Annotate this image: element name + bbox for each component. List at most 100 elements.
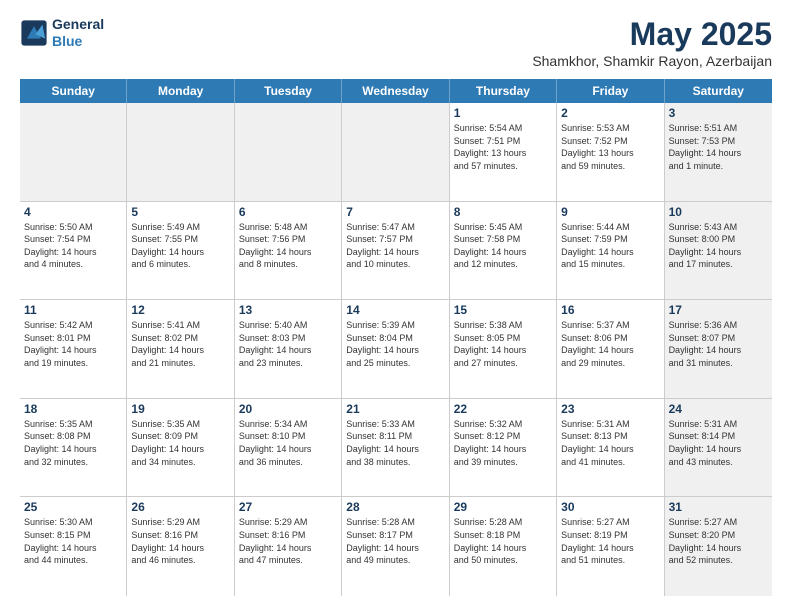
- weekday-header: Thursday: [450, 79, 557, 103]
- day-info: Sunrise: 5:28 AM Sunset: 8:17 PM Dayligh…: [346, 516, 444, 566]
- day-info: Sunrise: 5:45 AM Sunset: 7:58 PM Dayligh…: [454, 221, 552, 271]
- day-info: Sunrise: 5:40 AM Sunset: 8:03 PM Dayligh…: [239, 319, 337, 369]
- page: General Blue May 2025 Shamkhor, Shamkir …: [0, 0, 792, 612]
- calendar-cell: 31 Sunrise: 5:27 AM Sunset: 8:20 PM Dayli…: [665, 497, 772, 596]
- day-number: 2: [561, 106, 659, 120]
- day-number: 10: [669, 205, 768, 219]
- day-number: 18: [24, 402, 122, 416]
- day-info: Sunrise: 5:27 AM Sunset: 8:19 PM Dayligh…: [561, 516, 659, 566]
- calendar-cell: 19Sunrise: 5:35 AM Sunset: 8:09 PM Dayli…: [127, 399, 234, 497]
- calendar-cell: 6 Sunrise: 5:48 AM Sunset: 7:56 PM Daylig…: [235, 202, 342, 300]
- day-info: Sunrise: 5:43 AM Sunset: 8:00 PM Dayligh…: [669, 221, 768, 271]
- calendar-cell: 15 Sunrise: 5:38 AM Sunset: 8:05 PM Dayli…: [450, 300, 557, 398]
- day-info: Sunrise: 5:39 AM Sunset: 8:04 PM Dayligh…: [346, 319, 444, 369]
- day-info: Sunrise: 5:36 AM Sunset: 8:07 PM Dayligh…: [669, 319, 768, 369]
- calendar-cell: 22Sunrise: 5:32 AM Sunset: 8:12 PM Dayli…: [450, 399, 557, 497]
- calendar-cell: 4 Sunrise: 5:50 AM Sunset: 7:54 PM Daylig…: [20, 202, 127, 300]
- day-number: 20: [239, 402, 337, 416]
- calendar-cell: 30Sunrise: 5:27 AM Sunset: 8:19 PM Dayli…: [557, 497, 664, 596]
- day-number: 23: [561, 402, 659, 416]
- calendar-cell: 28 Sunrise: 5:28 AM Sunset: 8:17 PM Dayli…: [342, 497, 449, 596]
- day-info: Sunrise: 5:53 AM Sunset: 7:52 PM Dayligh…: [561, 122, 659, 172]
- day-number: 3: [669, 106, 768, 120]
- day-info: Sunrise: 5:49 AM Sunset: 7:55 PM Dayligh…: [131, 221, 229, 271]
- calendar-cell: 3 Sunrise: 5:51 AM Sunset: 7:53 PM Daylig…: [665, 103, 772, 201]
- day-info: Sunrise: 5:51 AM Sunset: 7:53 PM Dayligh…: [669, 122, 768, 172]
- day-number: 9: [561, 205, 659, 219]
- day-number: 6: [239, 205, 337, 219]
- weekday-header: Wednesday: [342, 79, 449, 103]
- title-section: May 2025 Shamkhor, Shamkir Rayon, Azerba…: [532, 16, 772, 69]
- day-info: Sunrise: 5:50 AM Sunset: 7:54 PM Dayligh…: [24, 221, 122, 271]
- calendar-cell: 12 Sunrise: 5:41 AM Sunset: 8:02 PM Dayli…: [127, 300, 234, 398]
- day-number: 7: [346, 205, 444, 219]
- day-number: 25: [24, 500, 122, 514]
- calendar-cell: 16Sunrise: 5:37 AM Sunset: 8:06 PM Dayli…: [557, 300, 664, 398]
- weekday-header: Friday: [557, 79, 664, 103]
- day-info: Sunrise: 5:42 AM Sunset: 8:01 PM Dayligh…: [24, 319, 122, 369]
- day-info: Sunrise: 5:29 AM Sunset: 8:16 PM Dayligh…: [131, 516, 229, 566]
- day-number: 17: [669, 303, 768, 317]
- day-number: 1: [454, 106, 552, 120]
- weekday-header: Tuesday: [235, 79, 342, 103]
- calendar-cell: [342, 103, 449, 201]
- calendar-week-row: 4 Sunrise: 5:50 AM Sunset: 7:54 PM Daylig…: [20, 202, 772, 301]
- logo-text: General Blue: [52, 16, 104, 50]
- calendar-cell: 27 Sunrise: 5:29 AM Sunset: 8:16 PM Dayli…: [235, 497, 342, 596]
- day-info: Sunrise: 5:31 AM Sunset: 8:13 PM Dayligh…: [561, 418, 659, 468]
- calendar-cell: 14 Sunrise: 5:39 AM Sunset: 8:04 PM Dayli…: [342, 300, 449, 398]
- day-number: 4: [24, 205, 122, 219]
- calendar-cell: [20, 103, 127, 201]
- day-number: 21: [346, 402, 444, 416]
- day-info: Sunrise: 5:33 AM Sunset: 8:11 PM Dayligh…: [346, 418, 444, 468]
- calendar-cell: 23 Sunrise: 5:31 AM Sunset: 8:13 PM Dayli…: [557, 399, 664, 497]
- day-info: Sunrise: 5:35 AM Sunset: 8:08 PM Dayligh…: [24, 418, 122, 468]
- day-number: 11: [24, 303, 122, 317]
- day-info: Sunrise: 5:29 AM Sunset: 8:16 PM Dayligh…: [239, 516, 337, 566]
- calendar-cell: 13 Sunrise: 5:40 AM Sunset: 8:03 PM Dayli…: [235, 300, 342, 398]
- day-info: Sunrise: 5:47 AM Sunset: 7:57 PM Dayligh…: [346, 221, 444, 271]
- day-info: Sunrise: 5:27 AM Sunset: 8:20 PM Dayligh…: [669, 516, 768, 566]
- calendar-cell: 25 Sunrise: 5:30 AM Sunset: 8:15 PM Dayli…: [20, 497, 127, 596]
- calendar-cell: 11 Sunrise: 5:42 AM Sunset: 8:01 PM Dayli…: [20, 300, 127, 398]
- day-number: 8: [454, 205, 552, 219]
- day-number: 12: [131, 303, 229, 317]
- day-info: Sunrise: 5:41 AM Sunset: 8:02 PM Dayligh…: [131, 319, 229, 369]
- day-number: 24: [669, 402, 768, 416]
- day-info: Sunrise: 5:32 AM Sunset: 8:12 PM Dayligh…: [454, 418, 552, 468]
- logo-line2: Blue: [52, 33, 104, 50]
- day-number: 28: [346, 500, 444, 514]
- calendar-cell: 18 Sunrise: 5:35 AM Sunset: 8:08 PM Dayli…: [20, 399, 127, 497]
- day-number: 13: [239, 303, 337, 317]
- calendar-header: SundayMondayTuesdayWednesdayThursdayFrid…: [20, 79, 772, 103]
- calendar-cell: 21 Sunrise: 5:33 AM Sunset: 8:11 PM Dayli…: [342, 399, 449, 497]
- day-number: 27: [239, 500, 337, 514]
- logo-icon: [20, 19, 48, 47]
- calendar-cell: 9 Sunrise: 5:44 AM Sunset: 7:59 PM Daylig…: [557, 202, 664, 300]
- calendar-week-row: 25 Sunrise: 5:30 AM Sunset: 8:15 PM Dayli…: [20, 497, 772, 596]
- calendar-cell: 20 Sunrise: 5:34 AM Sunset: 8:10 PM Dayli…: [235, 399, 342, 497]
- day-info: Sunrise: 5:48 AM Sunset: 7:56 PM Dayligh…: [239, 221, 337, 271]
- day-number: 31: [669, 500, 768, 514]
- calendar-cell: 7 Sunrise: 5:47 AM Sunset: 7:57 PM Daylig…: [342, 202, 449, 300]
- day-number: 19: [131, 402, 229, 416]
- calendar: SundayMondayTuesdayWednesdayThursdayFrid…: [20, 79, 772, 596]
- calendar-cell: [127, 103, 234, 201]
- calendar-week-row: 18 Sunrise: 5:35 AM Sunset: 8:08 PM Dayli…: [20, 399, 772, 498]
- day-info: Sunrise: 5:37 AM Sunset: 8:06 PM Dayligh…: [561, 319, 659, 369]
- day-info: Sunrise: 5:44 AM Sunset: 7:59 PM Dayligh…: [561, 221, 659, 271]
- day-info: Sunrise: 5:38 AM Sunset: 8:05 PM Dayligh…: [454, 319, 552, 369]
- calendar-week-row: 11 Sunrise: 5:42 AM Sunset: 8:01 PM Dayli…: [20, 300, 772, 399]
- day-number: 26: [131, 500, 229, 514]
- day-number: 15: [454, 303, 552, 317]
- calendar-cell: 29Sunrise: 5:28 AM Sunset: 8:18 PM Dayli…: [450, 497, 557, 596]
- day-number: 29: [454, 500, 552, 514]
- logo: General Blue: [20, 16, 104, 50]
- calendar-cell: [235, 103, 342, 201]
- day-number: 14: [346, 303, 444, 317]
- day-info: Sunrise: 5:34 AM Sunset: 8:10 PM Dayligh…: [239, 418, 337, 468]
- calendar-cell: 10 Sunrise: 5:43 AM Sunset: 8:00 PM Dayli…: [665, 202, 772, 300]
- day-info: Sunrise: 5:30 AM Sunset: 8:15 PM Dayligh…: [24, 516, 122, 566]
- day-info: Sunrise: 5:31 AM Sunset: 8:14 PM Dayligh…: [669, 418, 768, 468]
- calendar-cell: 26 Sunrise: 5:29 AM Sunset: 8:16 PM Dayli…: [127, 497, 234, 596]
